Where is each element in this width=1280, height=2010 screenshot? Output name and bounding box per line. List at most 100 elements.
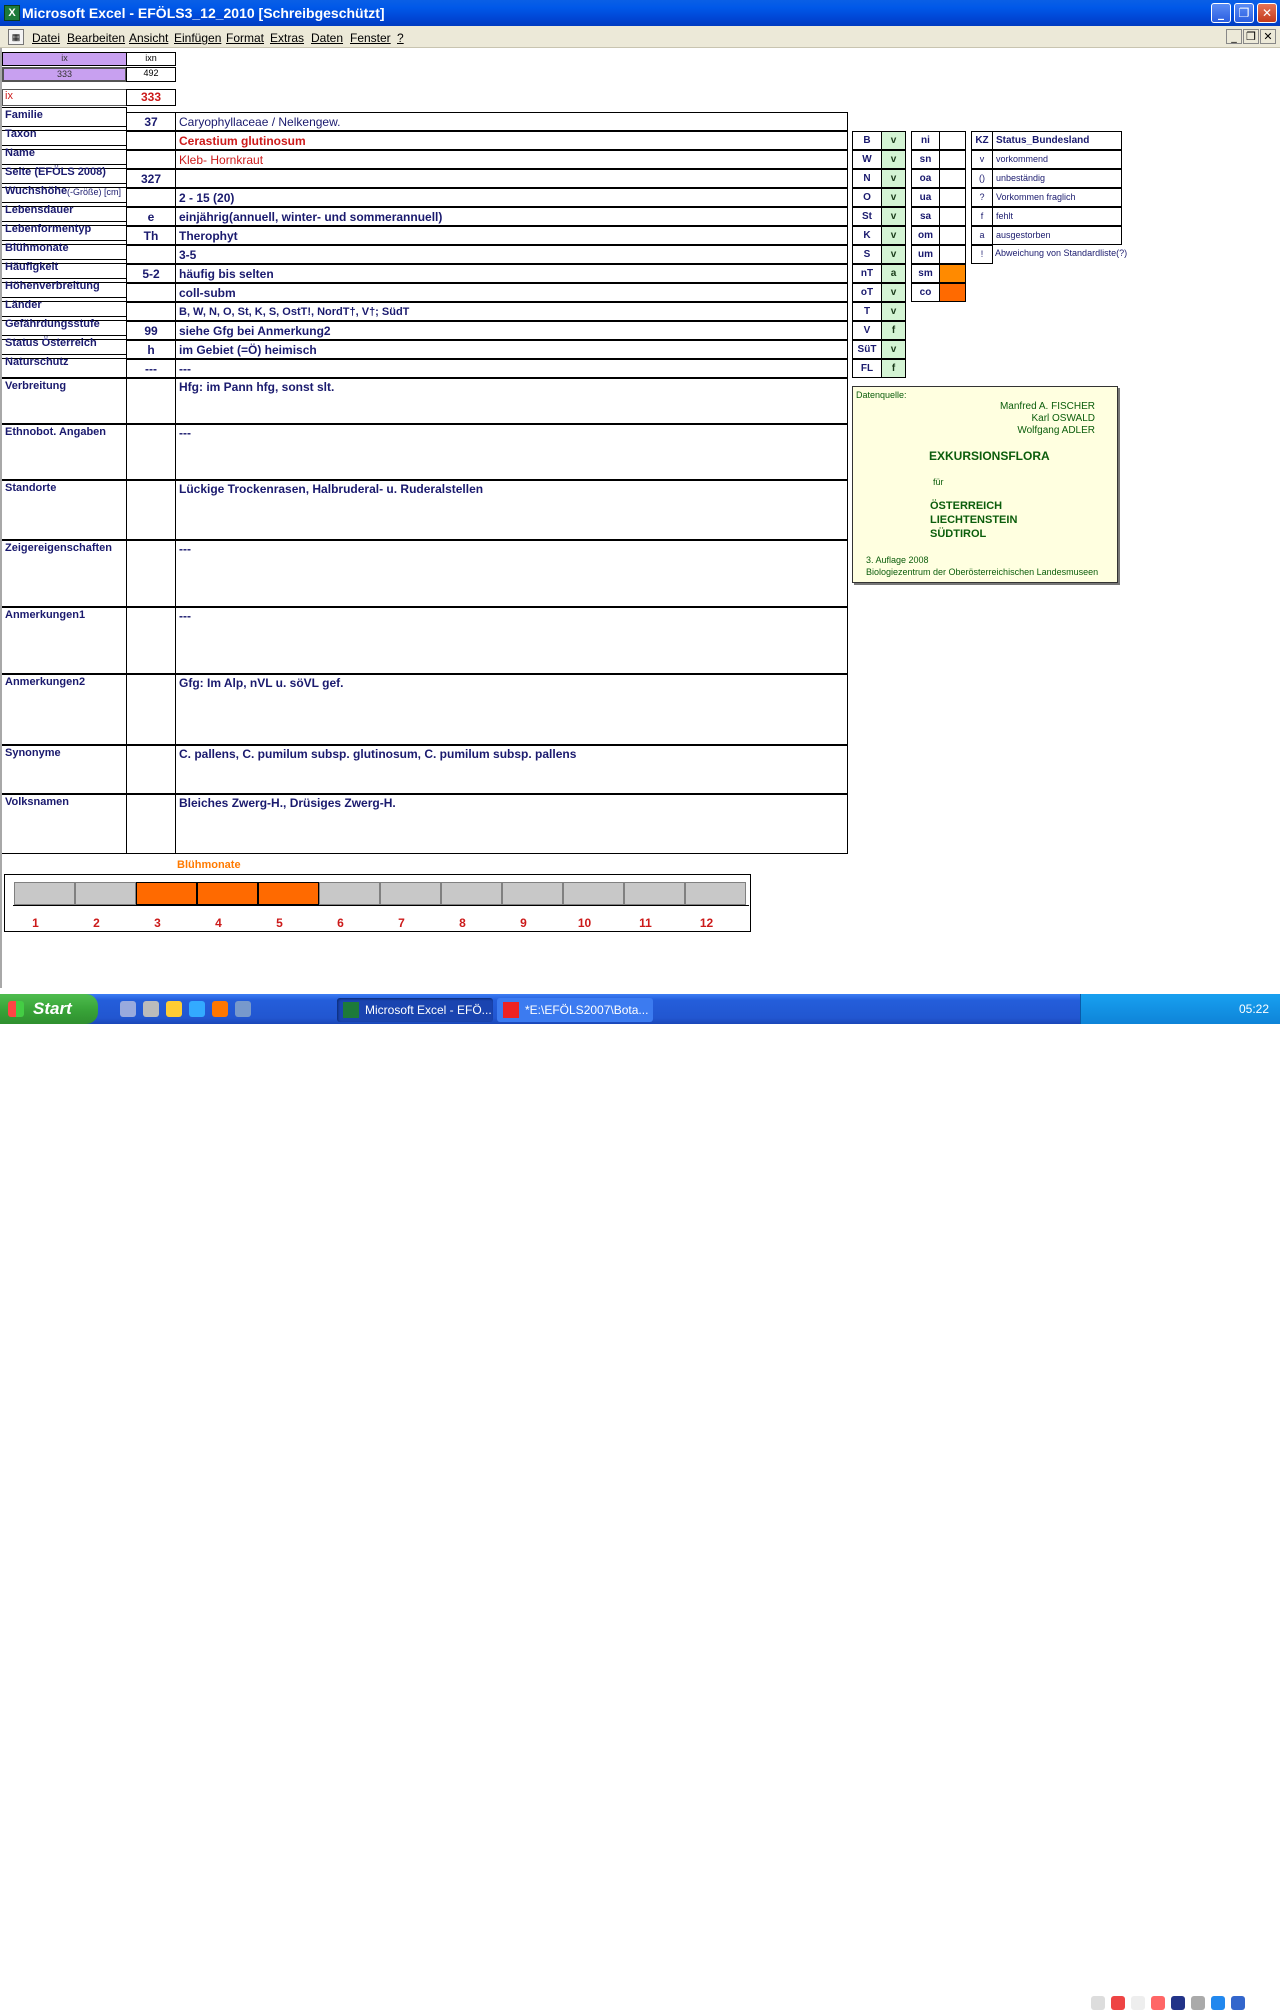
menu-fenster[interactable]: Fenster	[350, 31, 391, 45]
state-value-5[interactable]: v	[881, 226, 906, 245]
task-explorer[interactable]: *E:\EFÖLS2007\Bota...	[497, 998, 653, 1022]
state-value-7[interactable]: a	[881, 264, 906, 283]
row-value-3[interactable]	[175, 169, 848, 188]
menu-format[interactable]: Format	[226, 31, 264, 45]
big-row-value-6[interactable]: C. pallens, C. pumilum subsp. glutinosum…	[175, 745, 848, 794]
minimize-button[interactable]: _	[1211, 3, 1231, 23]
internet-explorer-icon[interactable]	[189, 1001, 205, 1017]
firefox-icon[interactable]	[212, 1001, 228, 1017]
state-value-2[interactable]: v	[881, 169, 906, 188]
zone-value-6[interactable]	[939, 245, 966, 264]
restore-button[interactable]: ❐	[1234, 3, 1254, 23]
big-row-code-2[interactable]	[126, 480, 176, 540]
row-code-9[interactable]	[126, 283, 176, 302]
row-code-0[interactable]: 37	[126, 112, 176, 131]
state-value-3[interactable]: v	[881, 188, 906, 207]
antivirus-icon[interactable]	[1151, 1996, 1165, 2010]
row-code-12[interactable]: h	[126, 340, 176, 359]
state-value-0[interactable]: v	[881, 131, 906, 150]
zone-value-3[interactable]	[939, 188, 966, 207]
state-value-8[interactable]: v	[881, 283, 906, 302]
ix-value[interactable]: 333	[126, 89, 176, 106]
zone-value-2[interactable]	[939, 169, 966, 188]
big-row-value-1[interactable]: ---	[175, 424, 848, 480]
big-row-code-0[interactable]	[126, 378, 176, 424]
zone-value-1[interactable]	[939, 150, 966, 169]
close-button[interactable]: ✕	[1257, 3, 1277, 23]
state-value-4[interactable]: v	[881, 207, 906, 226]
state-value-11[interactable]: v	[881, 340, 906, 359]
row-value-2[interactable]: Kleb- Hornkraut	[175, 150, 848, 169]
search-icon[interactable]	[1131, 1996, 1145, 2010]
menu-daten[interactable]: Daten	[311, 31, 343, 45]
row-code-6[interactable]: Th	[126, 226, 176, 245]
zone-value-0[interactable]	[939, 131, 966, 150]
row-value-1[interactable]: Cerastium glutinosum	[175, 131, 848, 150]
task-excel[interactable]: Microsoft Excel - EFÖ...	[337, 998, 493, 1022]
big-row-value-7[interactable]: Bleiches Zwerg-H., Drüsiges Zwerg-H.	[175, 794, 848, 854]
menu-datei[interactable]: Datei	[32, 31, 60, 45]
row-value-12[interactable]: im Gebiet (=Ö) heimisch	[175, 340, 848, 359]
update-icon[interactable]	[1231, 1996, 1245, 2010]
menu-einfuegen[interactable]: Einfügen	[174, 31, 221, 45]
big-row-code-6[interactable]	[126, 745, 176, 794]
menu-bearbeiten[interactable]: Bearbeiten	[67, 31, 125, 45]
doc-close-button[interactable]: ✕	[1260, 29, 1276, 44]
big-row-value-2[interactable]: Lückige Trockenrasen, Halbruderal- u. Ru…	[175, 480, 848, 540]
big-row-code-3[interactable]	[126, 540, 176, 607]
row-code-5[interactable]: e	[126, 207, 176, 226]
row-code-8[interactable]: 5-2	[126, 264, 176, 283]
state-value-9[interactable]: v	[881, 302, 906, 321]
quicklaunch-icon-2[interactable]	[235, 1001, 251, 1017]
zone-value-4[interactable]	[939, 207, 966, 226]
row-code-1[interactable]	[126, 131, 176, 150]
big-row-value-5[interactable]: Gfg: Im Alp, nVL u. söVL gef.	[175, 674, 848, 745]
menu-extras[interactable]: Extras	[270, 31, 304, 45]
state-value-1[interactable]: v	[881, 150, 906, 169]
row-code-13[interactable]: ---	[126, 359, 176, 378]
row-value-6[interactable]: Therophyt	[175, 226, 848, 245]
row-code-2[interactable]	[126, 150, 176, 169]
row-code-11[interactable]: 99	[126, 321, 176, 340]
row-value-0[interactable]: Caryophyllaceae / Nelkengew.	[175, 112, 848, 131]
quicklaunch-icon[interactable]	[143, 1001, 159, 1017]
workbook-icon[interactable]: ▦	[8, 29, 24, 45]
row-value-7[interactable]: 3-5	[175, 245, 848, 264]
row-value-11[interactable]: siehe Gfg bei Anmerkung2	[175, 321, 848, 340]
row-code-3[interactable]: 327	[126, 169, 176, 188]
big-row-value-3[interactable]: ---	[175, 540, 848, 607]
state-value-12[interactable]: f	[881, 359, 906, 378]
volume-icon[interactable]	[1191, 1996, 1205, 2010]
big-row-value-4[interactable]: ---	[175, 607, 848, 674]
zone-value-8[interactable]	[939, 283, 966, 302]
state-value-6[interactable]: v	[881, 245, 906, 264]
zone-value-5[interactable]	[939, 226, 966, 245]
menu-ansicht[interactable]: Ansicht	[129, 31, 168, 45]
mini-ix-value[interactable]: 333	[2, 67, 127, 82]
big-row-code-5[interactable]	[126, 674, 176, 745]
row-value-4[interactable]: 2 - 15 (20)	[175, 188, 848, 207]
row-value-8[interactable]: häufig bis selten	[175, 264, 848, 283]
row-code-4[interactable]	[126, 188, 176, 207]
zone-value-7[interactable]	[939, 264, 966, 283]
state-value-10[interactable]: f	[881, 321, 906, 340]
doc-restore-button[interactable]: ❐	[1243, 29, 1259, 44]
excel-icon[interactable]: X	[4, 5, 20, 21]
start-button[interactable]: Start	[0, 994, 98, 1024]
doc-minimize-button[interactable]: _	[1226, 29, 1242, 44]
row-value-13[interactable]: ---	[175, 359, 848, 378]
row-code-7[interactable]	[126, 245, 176, 264]
row-value-9[interactable]: coll-subm	[175, 283, 848, 302]
network-icon[interactable]	[1091, 1996, 1105, 2010]
big-row-value-0[interactable]: Hfg: im Pann hfg, sonst slt.	[175, 378, 848, 424]
menu-help[interactable]: ?	[397, 31, 404, 45]
big-row-code-4[interactable]	[126, 607, 176, 674]
media-player-icon[interactable]	[166, 1001, 182, 1017]
row-value-10[interactable]: B, W, N, O, St, K, S, OstT!, NordT†, V†;…	[175, 302, 848, 321]
security-icon[interactable]	[1111, 1996, 1125, 2010]
row-code-10[interactable]	[126, 302, 176, 321]
mini-ixn-value[interactable]: 492	[126, 67, 176, 82]
row-value-5[interactable]: einjährig(annuell, winter- und sommerann…	[175, 207, 848, 226]
big-row-code-7[interactable]	[126, 794, 176, 854]
big-row-code-1[interactable]	[126, 424, 176, 480]
